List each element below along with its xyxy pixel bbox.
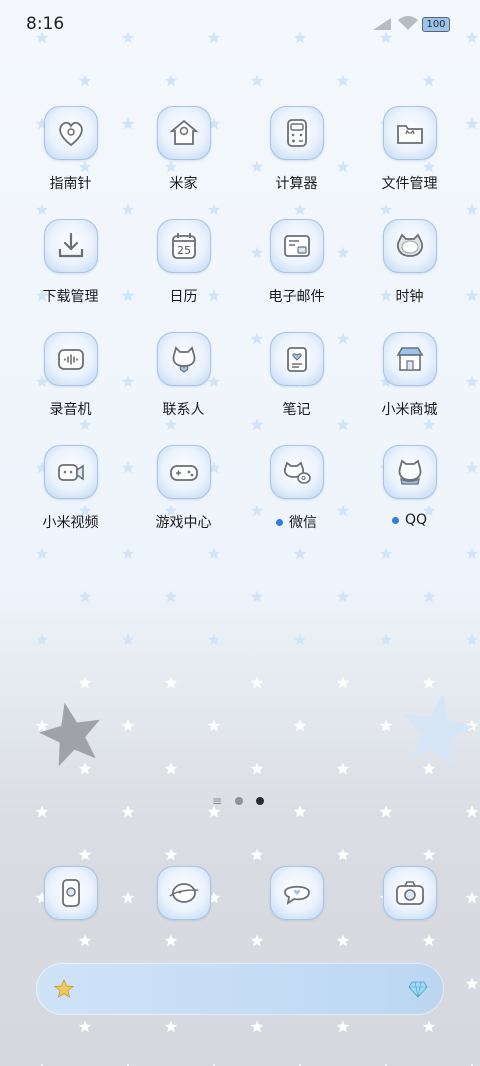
- new-install-dot: [276, 518, 283, 526]
- game-controller-icon: [156, 445, 211, 499]
- dock-item-phone[interactable]: [14, 866, 127, 920]
- dock-item-messages[interactable]: [127, 866, 240, 920]
- app-file-manager[interactable]: 文件管理: [353, 106, 466, 219]
- app-label: 下载管理: [42, 289, 99, 305]
- wechat-cat-icon: [269, 445, 324, 499]
- app-label: 微信: [289, 515, 317, 531]
- app-label: QQ: [404, 512, 428, 528]
- search-bar[interactable]: [36, 963, 444, 1015]
- app-mijia[interactable]: 米家: [127, 106, 240, 219]
- app-label: 联系人: [162, 402, 205, 418]
- app-contacts[interactable]: 联系人: [127, 332, 240, 445]
- recorder-icon: [43, 332, 98, 386]
- app-grid: 指南针 米家 计算器 文件管理 下载管理 25 日历 电子邮件 时钟 录音机 联…: [14, 106, 466, 558]
- app-label: 笔记: [282, 402, 311, 418]
- dock-item-camera[interactable]: [353, 866, 466, 920]
- video-camera-icon: [43, 445, 98, 499]
- page-dot-active: [256, 797, 265, 805]
- calendar-icon: 25: [156, 219, 211, 273]
- app-label: 电子邮件: [268, 289, 325, 305]
- chat-bubble-icon: [269, 866, 324, 920]
- status-bar: 8:16 100: [0, 0, 480, 50]
- signal-icon: [372, 16, 392, 35]
- app-recorder[interactable]: 录音机: [14, 332, 127, 445]
- app-email[interactable]: 电子邮件: [240, 219, 353, 332]
- app-download-manager[interactable]: 下载管理: [14, 219, 127, 332]
- app-label: 日历: [169, 289, 198, 305]
- app-game-center[interactable]: 游戏中心: [127, 445, 240, 558]
- app-label-with-dot: QQ: [391, 512, 428, 528]
- large-star-decoration: [39, 702, 100, 766]
- new-install-dot: [391, 516, 399, 524]
- mail-card-icon: [269, 219, 324, 273]
- app-label: 时钟: [395, 289, 424, 305]
- page-list-icon: ≡: [212, 794, 223, 808]
- app-calculator[interactable]: 计算器: [240, 106, 353, 219]
- home-house-icon: [156, 106, 211, 160]
- app-label: 小米商城: [381, 402, 438, 418]
- app-label: 计算器: [275, 176, 318, 192]
- app-label: 指南针: [49, 176, 92, 192]
- dock: [14, 866, 466, 920]
- page-indicator[interactable]: ≡: [212, 794, 265, 808]
- contacts-cat-icon: [156, 332, 211, 386]
- app-mi-store[interactable]: 小米商城: [353, 332, 466, 445]
- calculator-icon: [269, 106, 324, 160]
- app-notes[interactable]: 笔记: [240, 332, 353, 445]
- status-time: 8:16: [26, 14, 65, 34]
- app-clock[interactable]: 时钟: [353, 219, 466, 332]
- app-compass[interactable]: 指南针: [14, 106, 127, 219]
- compass-heart-icon: [43, 106, 98, 160]
- app-mi-video[interactable]: 小米视频: [14, 445, 127, 558]
- star-icon: [54, 979, 74, 998]
- calendar-date: 25: [177, 244, 191, 257]
- large-dotted-star-decoration: [403, 693, 475, 768]
- notes-icon: [269, 332, 324, 386]
- message-planet-icon: [156, 866, 211, 920]
- app-qq[interactable]: QQ: [353, 445, 466, 558]
- download-icon: [43, 219, 98, 273]
- app-wechat[interactable]: 微信: [240, 445, 353, 558]
- cat-clock-icon: [382, 219, 437, 273]
- app-label: 文件管理: [381, 176, 438, 192]
- app-label-with-dot: 微信: [276, 512, 317, 532]
- diamond-icon: [408, 981, 428, 998]
- camera-icon: [382, 866, 437, 920]
- wifi-icon: [397, 15, 419, 35]
- page-dot: [235, 797, 244, 805]
- dock-item-chat[interactable]: [240, 866, 353, 920]
- app-label: 米家: [169, 176, 198, 192]
- app-label: 小米视频: [42, 515, 99, 531]
- app-label: 录音机: [49, 402, 92, 418]
- battery-indicator: 100: [422, 17, 450, 32]
- app-calendar[interactable]: 25 日历: [127, 219, 240, 332]
- store-icon: [382, 332, 437, 386]
- qq-cat-icon: [382, 445, 437, 499]
- phone-icon: [43, 866, 98, 920]
- app-label: 游戏中心: [155, 515, 212, 531]
- folder-cat-icon: [382, 106, 437, 160]
